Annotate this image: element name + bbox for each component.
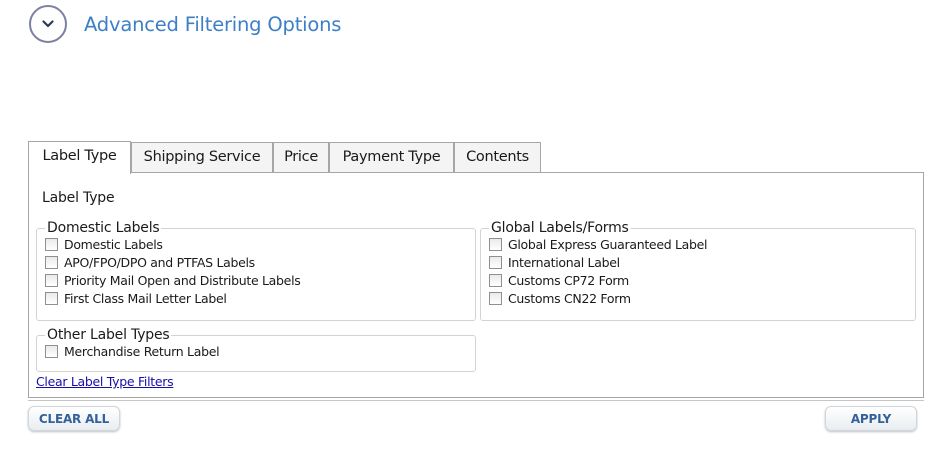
customs-cp72-checkbox[interactable] [489,273,502,287]
chevron-down-icon [42,20,54,28]
global-express-option[interactable]: Global Express Guaranteed Label [489,235,915,253]
advanced-filtering-title: Advanced Filtering Options [84,12,342,36]
domestic-labels-checkbox[interactable] [45,237,58,251]
tab-payment-type[interactable]: Payment Type [329,142,454,173]
checkbox-label: Customs CN22 Form [508,290,631,306]
checkbox-label: APO/FPO/DPO and PTFAS Labels [64,254,255,270]
domestic-labels-group: Domestic Labels Domestic Labels APO/FPO/… [36,221,476,321]
apo-fpo-dpo-checkbox[interactable] [45,255,58,269]
tab-label-type[interactable]: Label Type [28,141,131,174]
other-label-types-group: Other Label Types Merchandise Return Lab… [36,328,476,372]
priority-mail-open-option[interactable]: Priority Mail Open and Distribute Labels [45,271,475,289]
first-class-letter-checkbox[interactable] [45,291,58,305]
domestic-labels-option[interactable]: Domestic Labels [45,235,475,253]
customs-cp72-option[interactable]: Customs CP72 Form [489,271,915,289]
checkbox-label: International Label [508,254,620,270]
international-label-option[interactable]: International Label [489,253,915,271]
checkbox-label: Priority Mail Open and Distribute Labels [64,272,301,288]
priority-mail-open-checkbox[interactable] [45,273,58,287]
expand-toggle-button[interactable] [29,5,67,43]
tab-shipping-service[interactable]: Shipping Service [131,142,273,173]
checkbox-label: Customs CP72 Form [508,272,629,288]
first-class-letter-option[interactable]: First Class Mail Letter Label [45,289,475,307]
checkbox-label: Domestic Labels [64,236,163,252]
global-labels-group: Global Labels/Forms Global Express Guara… [480,221,916,321]
apply-button[interactable]: APPLY [825,406,917,431]
divider [28,400,924,401]
clear-label-type-filters-link[interactable]: Clear Label Type Filters [36,374,174,389]
international-label-checkbox[interactable] [489,255,502,269]
merchandise-return-option[interactable]: Merchandise Return Label [45,342,475,360]
other-label-types-legend: Other Label Types [47,327,170,343]
checkbox-label: Global Express Guaranteed Label [508,236,708,252]
customs-cn22-option[interactable]: Customs CN22 Form [489,289,915,307]
advanced-filtering-header[interactable]: Advanced Filtering Options [29,4,341,44]
checkbox-label: First Class Mail Letter Label [64,290,227,306]
domestic-labels-legend: Domestic Labels [47,220,160,236]
clear-all-button[interactable]: CLEAR ALL [28,406,120,431]
customs-cn22-checkbox[interactable] [489,291,502,305]
checkbox-label: Merchandise Return Label [64,343,220,359]
apo-fpo-dpo-option[interactable]: APO/FPO/DPO and PTFAS Labels [45,253,475,271]
label-type-panel: Label Type Domestic Labels Domestic Labe… [28,172,924,398]
tab-contents[interactable]: Contents [454,142,541,173]
tab-price[interactable]: Price [273,142,329,173]
merchandise-return-checkbox[interactable] [45,344,58,358]
global-labels-legend: Global Labels/Forms [491,220,629,236]
global-express-checkbox[interactable] [489,237,502,251]
panel-heading: Label Type [42,190,115,206]
